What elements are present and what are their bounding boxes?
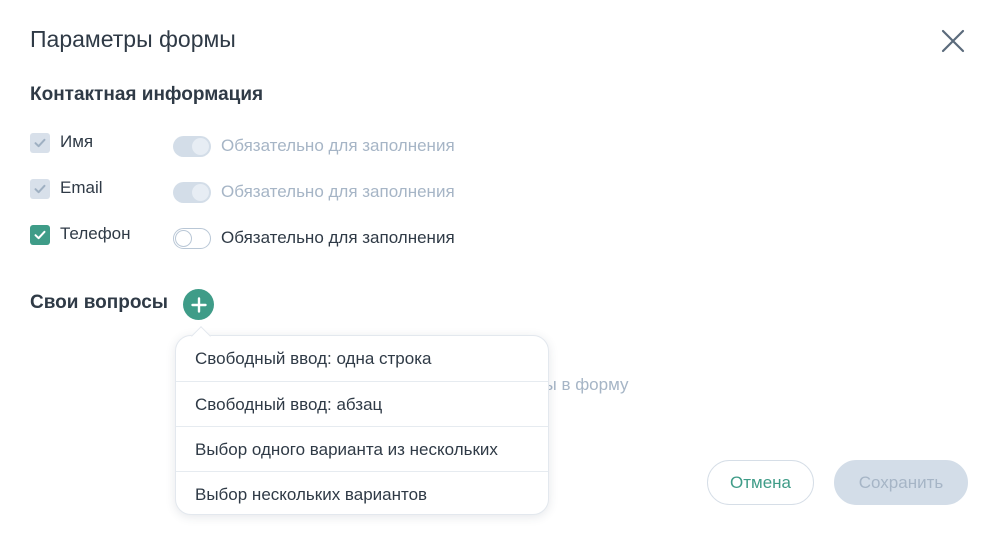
- toggle-knob: [192, 138, 209, 155]
- close-icon[interactable]: [938, 26, 968, 56]
- check-icon: [34, 138, 46, 148]
- email-label: Email: [60, 178, 103, 197]
- check-icon: [34, 184, 46, 194]
- email-checkbox[interactable]: [30, 179, 50, 199]
- name-required-toggle[interactable]: [173, 136, 211, 157]
- add-question-button[interactable]: [183, 289, 214, 320]
- email-required-label: Обязательно для заполнения: [221, 182, 455, 201]
- phone-label: Телефон: [60, 224, 131, 243]
- menu-item-multiple-choice[interactable]: Выбор нескольких вариантов: [176, 471, 548, 516]
- name-checkbox[interactable]: [30, 133, 50, 153]
- email-required-toggle[interactable]: [173, 182, 211, 203]
- phone-required-label: Обязательно для заполнения: [221, 228, 455, 247]
- menu-item-single-choice[interactable]: Выбор одного варианта из нескольких: [176, 426, 548, 471]
- contact-field-name: Имя Обязательно для заполнения: [30, 132, 530, 157]
- toggle-knob: [192, 184, 209, 201]
- form-settings-modal: Параметры формы Контактная информация Им…: [0, 0, 998, 535]
- phone-required-toggle[interactable]: [173, 228, 211, 249]
- contact-field-phone: Телефон Обязательно для заполнения: [30, 224, 530, 249]
- questions-heading: Свои вопросы: [30, 292, 168, 313]
- plus-icon: [190, 296, 207, 313]
- phone-checkbox[interactable]: [30, 225, 50, 245]
- save-button[interactable]: Сохранить: [834, 460, 968, 505]
- menu-item-paragraph[interactable]: Свободный ввод: абзац: [176, 381, 548, 426]
- check-icon: [34, 230, 46, 240]
- contact-field-email: Email Обязательно для заполнения: [30, 178, 530, 203]
- name-required-label: Обязательно для заполнения: [221, 136, 455, 155]
- menu-item-single-line[interactable]: Свободный ввод: одна строка: [176, 336, 548, 381]
- empty-questions-hint: сы в форму: [536, 375, 629, 394]
- question-type-menu: Свободный ввод: одна строка Свободный вв…: [175, 326, 549, 516]
- contacts-heading: Контактная информация: [30, 84, 264, 105]
- toggle-knob: [175, 230, 192, 247]
- modal-title: Параметры формы: [30, 26, 236, 52]
- name-label: Имя: [60, 132, 94, 151]
- cancel-button[interactable]: Отмена: [707, 460, 814, 505]
